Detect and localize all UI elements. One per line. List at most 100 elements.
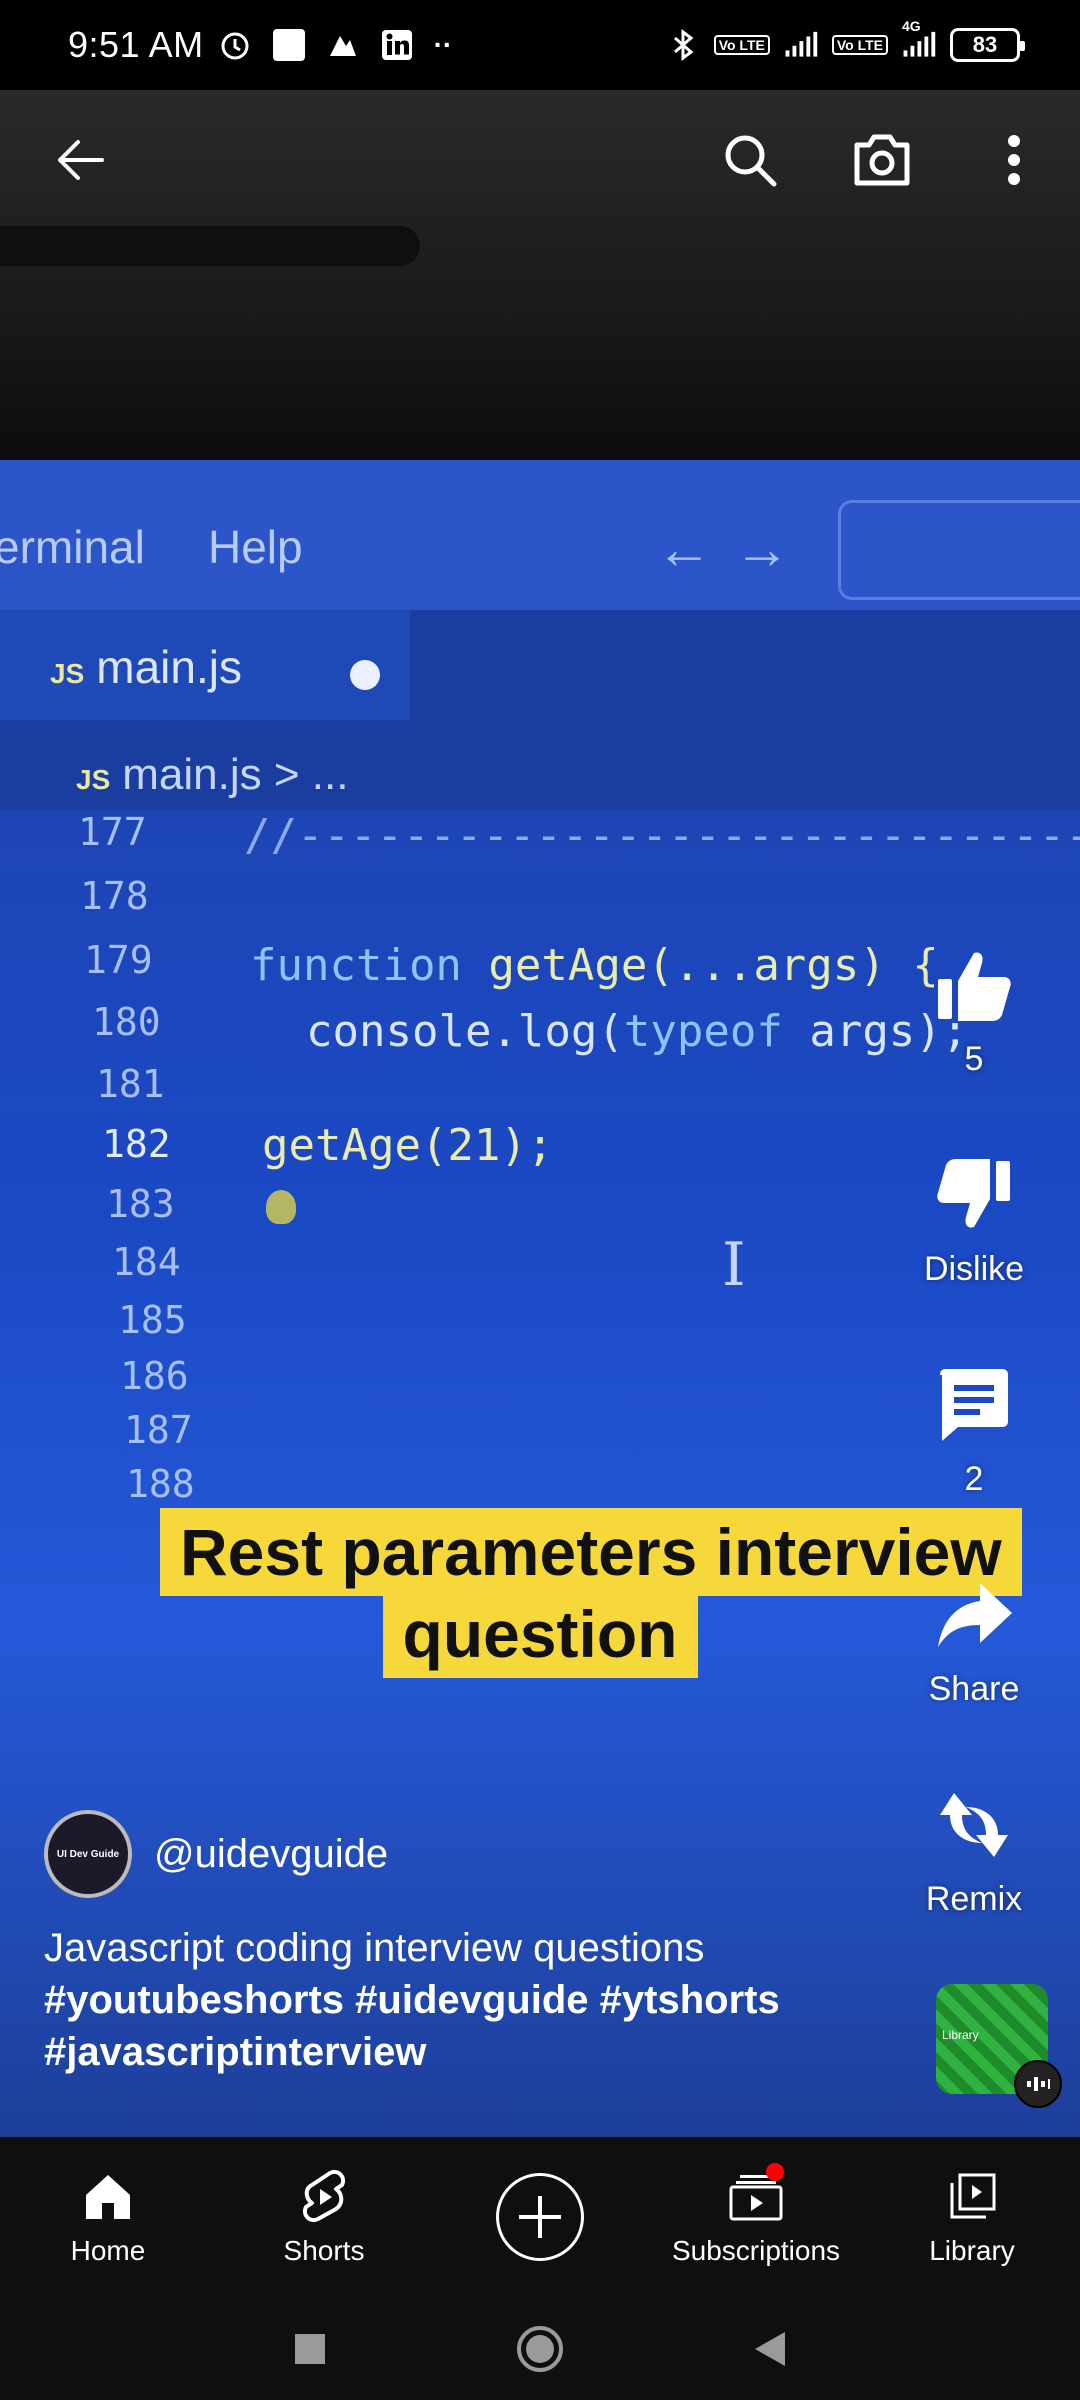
status-bar: 9:51 AM ·· Vo LTE Vo LTE 4G 83	[0, 0, 1080, 90]
nav-create[interactable]	[432, 2137, 648, 2297]
sound-thumb-label: Library	[942, 2028, 979, 2042]
remix-label: Remix	[925, 1880, 1023, 1918]
search-button[interactable]	[710, 120, 790, 200]
channel-row: UI Dev Guide @uidevguide	[44, 1810, 388, 1898]
thumbs-up-icon	[929, 940, 1019, 1030]
code-line-call: getAge(21);	[262, 1120, 554, 1171]
volte-badge-2: Vo LTE	[831, 35, 888, 55]
code-line-function: function getAge(...args) {	[250, 940, 939, 991]
thumbs-down-icon	[929, 1150, 1019, 1240]
video-editor-tab: JS main.js	[0, 610, 410, 720]
nav-subscriptions[interactable]: Subscriptions	[648, 2137, 864, 2297]
system-navigation-bar	[0, 2297, 1080, 2400]
video-tab-label: main.js	[96, 641, 242, 693]
square-icon	[295, 2333, 325, 2364]
text-cursor-icon: I	[722, 1230, 746, 1300]
video-editor-tabs: JS main.js JS main.js > ...	[0, 610, 1080, 810]
lightbulb-icon	[266, 1190, 296, 1224]
camera-button[interactable]	[842, 120, 922, 200]
home-system-button[interactable]	[510, 2319, 570, 2379]
video-description[interactable]: Javascript coding interview questions #y…	[44, 1922, 904, 2078]
channel-avatar[interactable]: UI Dev Guide	[44, 1810, 132, 1898]
nav-library[interactable]: Library	[864, 2137, 1080, 2297]
nav-shorts[interactable]: Shorts	[216, 2137, 432, 2297]
notification-square-icon	[272, 28, 306, 62]
back-button[interactable]	[40, 120, 120, 200]
video-menu-help: Help	[208, 521, 303, 573]
recent-apps-button[interactable]	[280, 2319, 340, 2379]
shorts-icon	[294, 2167, 354, 2227]
avatar-text: UI Dev Guide	[56, 1848, 120, 1860]
notification-dot	[766, 2163, 784, 2181]
comments-button[interactable]: 2	[904, 1360, 1044, 1499]
video-title: Javascript coding interview questions	[44, 1926, 705, 1970]
comment-count: 2	[964, 1460, 984, 1498]
video-monitor-edge	[0, 226, 420, 266]
line-number: 185	[118, 1298, 187, 1342]
network-type: 4G	[902, 18, 921, 34]
sound-thumbnail[interactable]: Library	[936, 1984, 1062, 2108]
video-caption-line-1: Rest parameters interview	[160, 1508, 1022, 1596]
line-number: 181	[96, 1062, 165, 1106]
like-button[interactable]: 5	[904, 940, 1044, 1079]
line-number: 178	[80, 874, 149, 918]
more-notifications: ··	[433, 29, 453, 60]
top-overlay-bar	[0, 110, 1080, 200]
remix-button[interactable]: Remix	[904, 1780, 1044, 1919]
video-hashtags[interactable]: #youtubeshorts #uidevguide #ytshorts #ja…	[44, 1974, 904, 2078]
share-icon	[929, 1570, 1019, 1660]
video-breadcrumb: main.js > ...	[122, 750, 349, 799]
line-number: 187	[124, 1408, 193, 1452]
cloud-app-icon	[326, 28, 360, 62]
share-button[interactable]: Share	[904, 1570, 1044, 1709]
video-caption-line-2: question	[382, 1590, 698, 1678]
video-nav-arrows: ←→	[656, 517, 812, 580]
status-time: 9:51 AM	[68, 24, 204, 65]
share-label: Share	[928, 1670, 1020, 1708]
unsaved-dot	[350, 660, 380, 690]
line-number: 182	[102, 1122, 171, 1166]
nav-home[interactable]: Home	[0, 2137, 216, 2297]
back-system-button[interactable]	[740, 2319, 800, 2379]
library-icon	[942, 2167, 1002, 2227]
channel-handle[interactable]: @uidevguide	[154, 1832, 388, 1877]
line-number: 177	[78, 810, 147, 854]
comment-icon	[929, 1360, 1019, 1450]
dislike-button[interactable]: Dislike	[904, 1150, 1044, 1289]
js-tag-crumb: JS	[76, 764, 111, 795]
audio-wave-icon	[1014, 2060, 1062, 2108]
line-number: 184	[112, 1240, 181, 1284]
remix-icon	[929, 1780, 1019, 1870]
video-editor-search	[838, 500, 1080, 600]
bottom-navigation: Home Shorts Subscriptions Library	[0, 2137, 1080, 2297]
nav-home-label: Home	[70, 2235, 146, 2266]
arrow-left-icon	[58, 140, 104, 180]
home-icon	[78, 2167, 138, 2227]
nav-library-label: Library	[929, 2235, 1015, 2266]
status-notification-icons: ··	[218, 28, 453, 62]
like-count: 5	[964, 1040, 984, 1078]
more-options-button[interactable]	[974, 120, 1054, 200]
line-number: 186	[120, 1354, 189, 1398]
battery-indicator: 83	[950, 28, 1025, 62]
search-icon	[725, 135, 777, 187]
line-number: 180	[92, 1000, 161, 1044]
line-number: 188	[126, 1462, 195, 1506]
line-number: 179	[84, 938, 153, 982]
signal-icon-2: 4G	[902, 18, 936, 62]
camera-icon	[854, 134, 910, 186]
nav-shorts-label: Shorts	[283, 2235, 365, 2266]
nav-subscriptions-label: Subscriptions	[671, 2235, 841, 2266]
bluetooth-icon	[666, 28, 700, 62]
more-vert-icon	[1008, 135, 1020, 185]
code-line-console: console.log(typeof args);	[306, 1006, 969, 1057]
volte-badge-1: Vo LTE	[713, 35, 770, 55]
triangle-back-icon	[755, 2331, 785, 2366]
signal-icon-1	[784, 28, 818, 62]
video-editor-menubar: erminal Help ←→	[0, 460, 1080, 610]
line-number: 183	[106, 1182, 175, 1226]
status-right-icons: Vo LTE Vo LTE 4G 83	[666, 18, 1025, 62]
video-menu-terminal: erminal	[0, 521, 145, 573]
code-comment-line: //---------------------------------	[244, 810, 1080, 861]
circle-icon	[517, 2325, 563, 2372]
